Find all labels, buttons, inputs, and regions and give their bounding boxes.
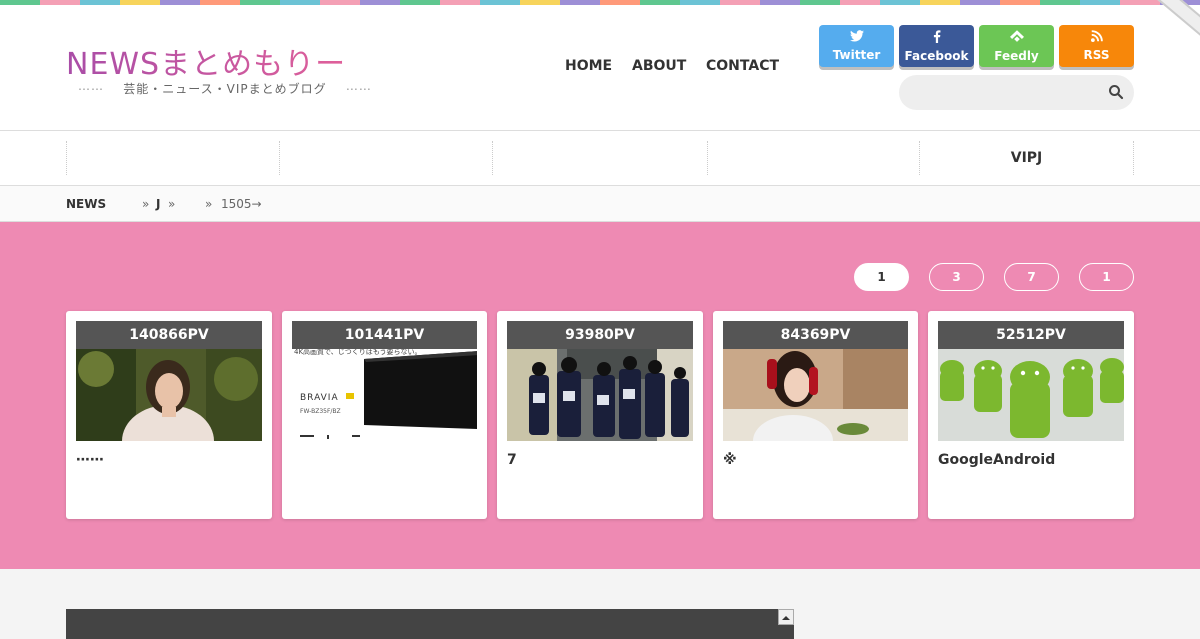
article-thumbnail: 4K高画質で、じつくりはもう要らない。 BRAVIA FW-BZ35F/BZ [292,349,477,441]
category-item-vipj[interactable]: VIPJ [919,141,1133,175]
feedly-button[interactable]: Feedly [979,25,1054,67]
nav-about[interactable]: ABOUT [632,58,686,74]
twitter-label: Twitter [832,48,881,62]
rss-icon [1059,30,1134,45]
category-divider [1133,141,1134,175]
search-input[interactable] [913,82,1103,102]
category-item-2[interactable] [279,141,492,175]
pageview-count: 84369PV [723,321,908,349]
pageview-count: 101441PV [292,321,477,349]
content-box [66,609,794,639]
ranking-card[interactable]: 93980PV 7 [497,311,703,519]
article-title: GoogleAndroid [938,452,1056,468]
pageview-count: 52512PV [938,321,1124,349]
article-title: ⋯⋯ [76,452,104,468]
article-thumbnail [76,349,262,441]
category-nav: VIPJ [0,131,1200,186]
site-tagline: ⋯⋯ 芸能・ニュース・VIPまとめブログ ⋯⋯ [78,80,372,97]
breadcrumb-separator: » [142,197,150,211]
ranking-section: 1 3 7 1 140866PV ⋯⋯ 101441PV 4K高画質で、じつくり… [0,222,1200,569]
ranking-card[interactable]: 101441PV 4K高画質で、じつくりはもう要らない。 BRAVIA FW-B… [282,311,487,519]
article-thumbnail [723,349,908,441]
pageview-count: 140866PV [76,321,262,349]
category-item-1[interactable] [66,141,279,175]
rss-label: RSS [1083,48,1110,62]
facebook-icon [899,30,974,46]
search-box[interactable] [899,75,1134,110]
ranking-card[interactable]: 84369PV ※ [713,311,918,519]
ranking-tab-3[interactable]: 3 [929,263,984,291]
twitter-icon [819,30,894,45]
ranking-tab-all[interactable]: 1 [1079,263,1134,291]
feedly-icon [979,30,1054,46]
nav-home[interactable]: HOME [565,58,612,74]
tagline-text: 芸能・ニュース・VIPまとめブログ [123,82,327,96]
tagline-dots-right: ⋯⋯ [345,82,372,96]
twitter-button[interactable]: Twitter [819,25,894,67]
facebook-label: Facebook [904,49,969,63]
ranking-tab-1[interactable]: 1 [854,263,909,291]
article-title: 7 [507,452,517,468]
site-header: NEWSまとめもりー ⋯⋯ 芸能・ニュース・VIPまとめブログ ⋯⋯ HOME … [0,0,1200,131]
article-thumbnail [938,349,1124,441]
site-logo[interactable]: NEWSまとめもりー [66,39,346,83]
ranking-tab-7[interactable]: 7 [1004,263,1059,291]
search-icon[interactable] [1108,84,1124,100]
breadcrumb-separator: » [168,197,176,211]
feedly-label: Feedly [994,49,1039,63]
corner-ribbon [1151,0,1200,40]
category-item-3[interactable] [492,141,707,175]
breadcrumb-separator: » [205,197,213,211]
article-title: ※ [723,452,737,468]
breadcrumb-home[interactable]: NEWS [66,197,106,211]
facebook-button[interactable]: Facebook [899,25,974,67]
ranking-card[interactable]: 52512PV GoogleAndroid [928,311,1134,519]
rss-button[interactable]: RSS [1059,25,1134,67]
article-thumbnail [507,349,693,441]
tagline-dots-left: ⋯⋯ [78,82,104,96]
breadcrumb-current: 1505→ [221,197,262,211]
breadcrumb: NEWS » J » » 1505→ [0,186,1200,222]
scroll-up-button[interactable] [778,609,794,625]
breadcrumb-category[interactable]: J [156,197,160,211]
category-item-4[interactable] [707,141,919,175]
pageview-count: 93980PV [507,321,693,349]
ranking-card[interactable]: 140866PV ⋯⋯ [66,311,272,519]
nav-contact[interactable]: CONTACT [706,58,779,74]
